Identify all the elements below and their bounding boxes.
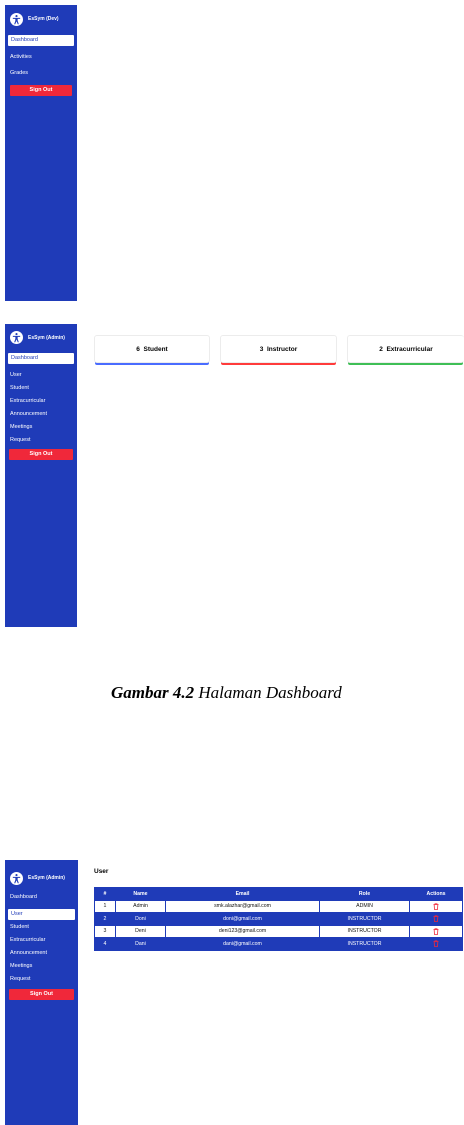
dev-sign-out-button[interactable]: Sign Out [10,85,72,96]
row-email: doni@gmail.com [165,912,320,926]
admin-user-sidebar: EsSym (Admin) Dashboard User Student Ext… [5,860,78,1125]
admin-dashboard-brand: EsSym (Admin) [5,324,77,346]
admin-nav-user[interactable]: User [5,370,77,381]
dev-nav-grades[interactable]: Grades [5,68,77,79]
row-email: dani@gmail.com [165,937,320,951]
trash-icon[interactable] [433,940,439,948]
row-email: smk.alazhar@gmail.com [165,899,320,913]
row-name: Doni [115,912,166,926]
users-table: # Name Email Role Actions 1 Admin smk.al… [94,887,463,951]
accessibility-icon [10,871,23,885]
admin-user-brand-text: EsSym (Admin) [28,875,65,881]
admin-dashboard-sidebar: EsSym (Admin) Dashboard User Student Ext… [5,324,77,627]
column-header-email: Email [165,887,320,901]
admin-nav-announcement[interactable]: Announcement [5,409,77,420]
row-number: 1 [94,899,116,913]
table-row: 3 Deni deni123@gmail.com INSTRUCTOR [94,924,463,938]
user-page-nav-meetings[interactable]: Meetings [5,961,78,972]
column-header-role: Role [319,887,410,901]
dev-nav-dashboard[interactable]: Dashboard [8,35,74,46]
user-page-nav-user[interactable]: User [8,909,75,920]
figure-caption: Gambar 4.2 Halaman Dashboard [111,683,342,703]
column-header-actions: Actions [409,887,463,901]
dev-brand: EsSym (Dev) [5,5,77,27]
document-page: EsSym (Dev) Dashboard Activities Grades … [0,0,464,1125]
admin-dashboard-brand-text: EsSym (Admin) [28,334,65,341]
row-number: 4 [94,937,116,951]
accessibility-icon [10,331,23,344]
row-actions [409,899,463,913]
table-row: 1 Admin smk.alazhar@gmail.com ADMIN [94,899,463,913]
trash-icon[interactable] [433,903,439,910]
extracurricular-count-card: 2 Extracurricular [347,335,464,363]
user-page-nav-request[interactable]: Request [5,974,78,985]
row-name: Dani [115,937,166,951]
user-page-nav-dashboard[interactable]: Dashboard [5,892,78,903]
admin-dashboard-sign-out-button[interactable]: Sign Out [9,449,73,460]
row-actions [409,924,463,938]
accessibility-icon [10,12,23,26]
table-header-row: # Name Email Role Actions [94,887,463,901]
row-actions [409,912,463,926]
admin-nav-extracurricular[interactable]: Extracurricular [5,396,77,407]
user-page-nav-student[interactable]: Student [5,922,78,933]
figure-number: Gambar 4.2 [111,683,195,702]
admin-nav-dashboard[interactable]: Dashboard [8,353,74,364]
admin-nav-student[interactable]: Student [5,383,77,394]
table-row: 2 Doni doni@gmail.com INSTRUCTOR [94,912,463,926]
dev-brand-text: EsSym (Dev) [28,16,59,22]
student-count-label: 6 Student [136,345,168,353]
instructor-count-card: 3 Instructor [220,335,337,363]
extracurricular-count-label: 2 Extracurricular [379,345,433,353]
table-row: 4 Dani dani@gmail.com INSTRUCTOR [94,937,463,951]
column-header-number: # [94,887,116,901]
row-number: 2 [94,912,116,926]
user-page-nav-extracurricular[interactable]: Extracurricular [5,935,78,946]
admin-user-brand: EsSym (Admin) [5,860,78,887]
row-role: INSTRUCTOR [319,937,410,951]
row-email: deni123@gmail.com [165,924,320,938]
admin-user-sign-out-button[interactable]: Sign Out [9,989,74,1000]
instructor-count-label: 3 Instructor [259,345,298,353]
dev-sidebar: EsSym (Dev) Dashboard Activities Grades … [5,5,77,301]
trash-icon[interactable] [433,915,439,923]
row-name: Deni [115,924,166,938]
row-actions [409,937,463,951]
student-count-card: 6 Student [94,335,210,363]
row-name: Admin [115,899,166,913]
trash-icon[interactable] [433,928,439,935]
row-role: INSTRUCTOR [319,924,410,938]
column-header-name: Name [115,887,166,901]
figure-title: Halaman Dashboard [194,683,342,702]
user-page-nav-announcement[interactable]: Announcement [5,948,78,959]
dev-nav-activities[interactable]: Activities [5,52,77,63]
admin-nav-meetings[interactable]: Meetings [5,422,77,433]
admin-nav-request[interactable]: Request [5,435,77,446]
row-role: ADMIN [319,899,410,913]
row-number: 3 [94,924,116,938]
row-role: INSTRUCTOR [319,912,410,926]
page-title: User [94,868,109,875]
